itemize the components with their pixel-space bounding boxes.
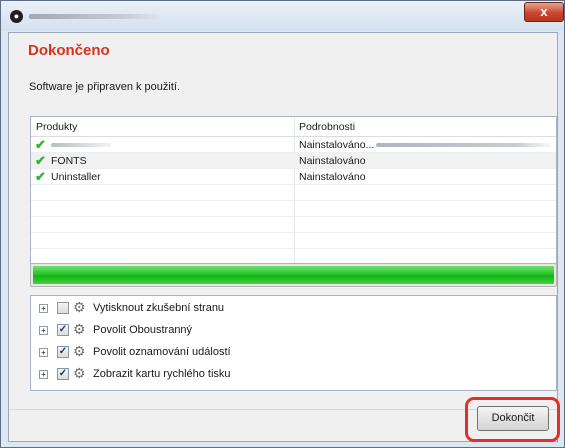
- product-name: FONTS: [51, 155, 87, 167]
- products-table: Produkty Podrobnosti ✔ Nainstalováno... …: [30, 116, 557, 284]
- finish-button[interactable]: Dokončit: [477, 406, 549, 431]
- installer-window: ● x Dokončeno Software je připraven k po…: [0, 0, 565, 448]
- redacted-status-detail: [376, 143, 551, 147]
- product-status: Nainstalováno: [299, 171, 366, 183]
- expand-plus-icon[interactable]: +: [39, 348, 48, 357]
- expand-plus-icon[interactable]: +: [39, 326, 48, 335]
- dialog-content: Dokončeno Software je připraven k použit…: [8, 32, 558, 442]
- checkbox[interactable]: ✓: [57, 324, 69, 336]
- option-event-notification[interactable]: + ✓ ⚙ Povolit oznamování událostí: [37, 343, 537, 361]
- checkbox[interactable]: [57, 302, 69, 314]
- check-icon: ✔: [35, 137, 46, 152]
- empty-row: [31, 217, 556, 233]
- option-quick-print-tab[interactable]: + ✓ ⚙ Zobrazit kartu rychlého tisku: [37, 365, 537, 383]
- expand-plus-icon[interactable]: +: [39, 370, 48, 379]
- option-label: Povolit oznamování událostí: [93, 346, 231, 358]
- check-icon: ✔: [35, 169, 46, 184]
- app-globe-icon: ●: [10, 10, 23, 23]
- checkbox[interactable]: ✓: [57, 368, 69, 380]
- option-label: Vytisknout zkušební stranu: [93, 302, 225, 314]
- empty-row: [31, 185, 556, 201]
- option-label: Povolit Oboustranný: [93, 324, 193, 336]
- close-button[interactable]: x: [524, 2, 564, 22]
- gear-icon: ⚙: [73, 321, 86, 337]
- checkbox[interactable]: ✓: [57, 346, 69, 358]
- gear-icon: ⚙: [73, 299, 86, 315]
- option-test-page[interactable]: + ⚙ Vytisknout zkušební stranu: [37, 299, 537, 317]
- options-tree: + ⚙ Vytisknout zkušební stranu + ✓ ⚙ Pov…: [30, 295, 557, 391]
- page-title: Dokončeno: [28, 42, 110, 59]
- product-name: Uninstaller: [51, 171, 101, 183]
- table-row[interactable]: ✔ Nainstalováno...: [31, 137, 556, 153]
- table-row[interactable]: ✔ FONTS Nainstalováno: [31, 153, 556, 169]
- table-row[interactable]: ✔ Uninstaller Nainstalováno: [31, 169, 556, 185]
- check-icon: ✔: [35, 153, 46, 168]
- redacted-product-name: [51, 143, 111, 147]
- gear-icon: ⚙: [73, 365, 86, 381]
- column-header-details[interactable]: Podrobnosti: [299, 121, 355, 133]
- column-header-products[interactable]: Produkty: [36, 121, 77, 133]
- product-status: Nainstalováno...: [299, 139, 375, 151]
- title-bar[interactable]: ● x: [1, 1, 564, 31]
- option-duplex[interactable]: + ✓ ⚙ Povolit Oboustranný: [37, 321, 537, 339]
- progress-bar: [30, 263, 557, 287]
- expand-plus-icon[interactable]: +: [39, 304, 48, 313]
- product-status: Nainstalováno: [299, 155, 366, 167]
- window-title-redacted: [29, 14, 164, 19]
- gear-icon: ⚙: [73, 343, 86, 359]
- status-message: Software je připraven k použití.: [29, 81, 181, 93]
- empty-row: [31, 201, 556, 217]
- option-label: Zobrazit kartu rychlého tisku: [93, 368, 231, 380]
- empty-row: [31, 233, 556, 249]
- progress-fill: [33, 266, 554, 284]
